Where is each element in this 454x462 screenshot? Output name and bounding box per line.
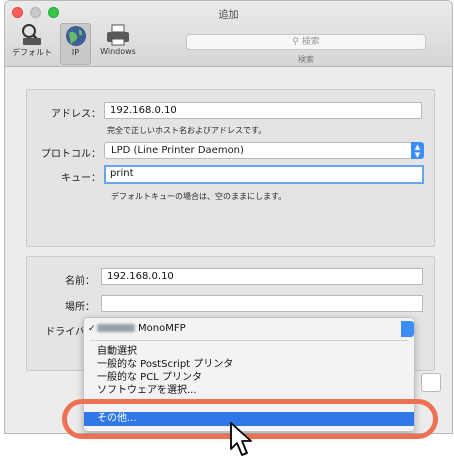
search-input[interactable]: ⚲ 検索: [186, 34, 426, 50]
location-label: 場所：: [65, 302, 95, 313]
printer-magnifier-icon: [22, 24, 41, 45]
printer-icon: [107, 24, 129, 46]
address-field[interactable]: 192.168.0.10: [104, 102, 422, 119]
mouse-pointer-icon: [230, 422, 252, 456]
selected-driver-label: MonoMFP: [138, 323, 186, 334]
search-caption: 検索: [298, 55, 314, 64]
menu-item-select-software[interactable]: ソフトウェアを選択...: [84, 385, 414, 397]
toolbar-ip-label: IP: [71, 48, 80, 57]
add-button[interactable]: [421, 373, 441, 392]
toolbar-default-tab[interactable]: デフォルト: [9, 23, 55, 65]
location-field[interactable]: [101, 295, 423, 312]
address-label: アドレス：: [51, 109, 101, 120]
title-bar: 追加 デフォルト IP Windows ⚲ 検索 検索: [5, 1, 452, 67]
menu-item-auto-select[interactable]: 自動選択: [84, 346, 414, 358]
search-icon: ⚲: [292, 37, 299, 47]
window-title: 追加: [218, 10, 239, 21]
protocol-value: LPD (Line Printer Daemon): [111, 145, 244, 156]
redacted-model-text: [97, 324, 135, 332]
driver-select-arrows[interactable]: [401, 321, 414, 337]
chevron-updown-icon: ▲ ▼: [411, 142, 424, 159]
toolbar-windows-tab[interactable]: Windows: [95, 23, 141, 65]
name-label: 名前：: [65, 276, 95, 287]
toolbar-ip-tab[interactable]: IP: [60, 23, 91, 65]
toolbar-default-label: デフォルト: [12, 48, 52, 57]
queue-label: キュー：: [61, 173, 101, 184]
toolbar-windows-label: Windows: [100, 47, 136, 56]
menu-item-selected-driver[interactable]: ✓ MonoMFP: [84, 323, 414, 335]
menu-separator: [90, 340, 408, 341]
checkmark-icon: ✓: [88, 324, 96, 334]
protocol-select[interactable]: LPD (Line Printer Daemon) ▲ ▼: [104, 142, 424, 159]
name-field[interactable]: 192.168.0.10: [101, 268, 423, 285]
menu-item-generic-postscript[interactable]: 一般的な PostScript プリンタ: [84, 359, 414, 371]
queue-field[interactable]: print: [104, 165, 424, 184]
menu-item-generic-pcl[interactable]: 一般的な PCL プリンタ: [84, 372, 414, 384]
search-placeholder: 検索: [301, 37, 320, 47]
address-hint: 完全で正しいホスト名およびアドレスです。: [107, 126, 267, 135]
globe-icon: [65, 26, 86, 46]
queue-hint: デフォルトキューの場合は、空のままにします。: [111, 192, 287, 201]
protocol-label: プロトコル：: [41, 149, 101, 160]
